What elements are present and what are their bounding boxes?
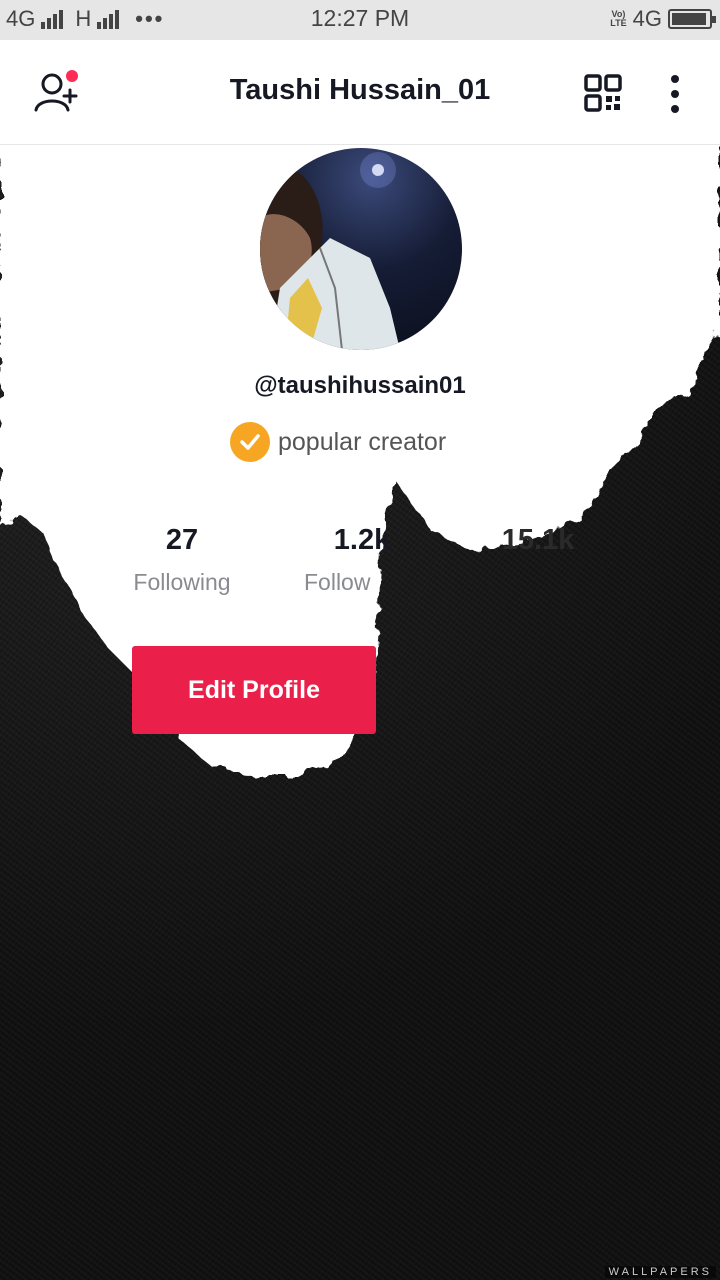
volte-indicator: Vo) LTE [610,10,626,28]
edit-profile-button[interactable]: Edit Profile [132,646,376,734]
status-right: Vo) LTE 4G [610,6,716,32]
verified-check-icon [230,422,270,462]
following-count: 27 [165,524,199,556]
qr-code-icon[interactable] [584,74,622,112]
creator-badge[interactable]: popular creator [230,422,446,462]
following-label: Following [133,569,231,595]
followers-count: 1.2k [333,524,391,556]
stat-followers[interactable]: 1.2k Follow [292,524,432,596]
followers-label: Follow [304,569,371,595]
stat-likes[interactable]: 15.1k [468,524,608,569]
status-bar: 4G H ••• 12:27 PM Vo) LTE 4G [0,0,720,40]
badge-label: popular creator [278,427,447,456]
watermark: WALLPAPERS [604,1266,716,1278]
volte-line-2: LTE [610,18,627,28]
avatar[interactable] [260,148,462,350]
profile-handle: @taushihussain01 [254,372,466,399]
battery-icon [668,9,716,29]
avatar-photo [260,152,400,350]
network-label-right: 4G [632,6,662,31]
more-vertical-icon[interactable] [664,74,686,114]
stat-following[interactable]: 27 Following [112,524,252,596]
profile-header: Taushi Hussain_01 [0,40,720,145]
likes-count: 15.1k [501,524,575,556]
